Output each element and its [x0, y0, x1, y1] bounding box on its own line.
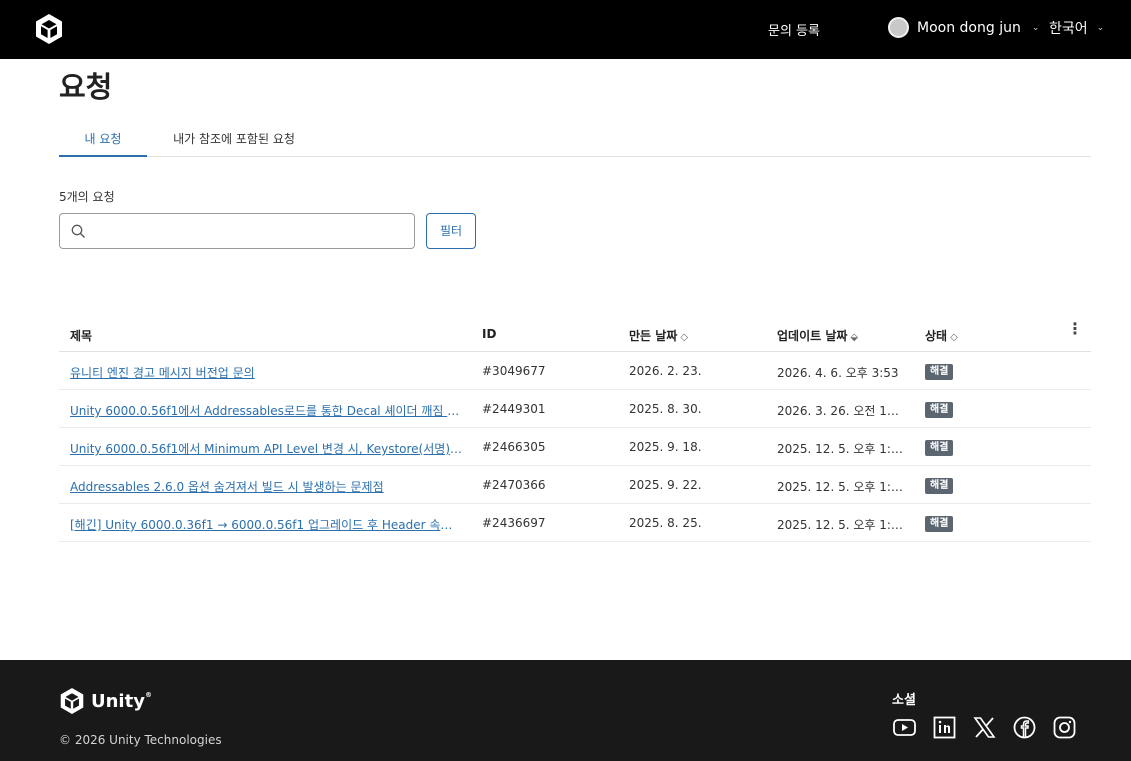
column-updated[interactable]: 업데이트 날짜 ⬙ — [777, 327, 858, 344]
page-title: 요청 — [59, 70, 113, 104]
top-navigation-bar: 문의 등록 Moon dong jun ⌄ 한국어 ⌄ — [0, 0, 1131, 59]
social-title: 소셜 — [892, 693, 916, 708]
request-id: #2470366 — [482, 478, 546, 492]
facebook-icon[interactable] — [1012, 715, 1037, 740]
filter-button[interactable]: 필터 — [426, 213, 476, 249]
status-badge: 해결 — [925, 516, 954, 532]
status-badge: 해결 — [925, 364, 954, 380]
request-id: #2449301 — [482, 402, 546, 416]
submit-request-link[interactable]: 문의 등록 — [768, 20, 820, 39]
request-created-date: 2025. 8. 30. — [629, 402, 702, 416]
request-updated-date: 2025. 12. 5. 오후 1:56 — [777, 480, 905, 494]
request-count: 5개의 요청 — [59, 190, 115, 204]
status-badge: 해결 — [925, 440, 954, 456]
request-updated-date: 2025. 12. 5. 오후 1:56 — [777, 518, 905, 532]
language-selector[interactable]: 한국어 ⌄ — [1049, 18, 1104, 38]
column-status-label: 상태 — [925, 329, 948, 343]
request-id: #2436697 — [482, 516, 546, 530]
table-header: 제목 ID 만든 날짜 ◇ 업데이트 날짜 ⬙ 상태 ◇ ⋮ — [59, 318, 1091, 352]
request-title-link[interactable]: 유니티 엔진 경고 메시지 버전업 문의 — [70, 364, 462, 381]
copyright: © 2026 Unity Technologies — [59, 733, 222, 747]
linkedin-icon[interactable] — [932, 715, 957, 740]
status-badge: 해결 — [925, 478, 954, 494]
search-input[interactable] — [94, 214, 404, 248]
chevron-down-icon: ⌄ — [1096, 23, 1105, 33]
request-title-link[interactable]: Unity 6000.0.56f1에서 Addressables로드를 통한 D… — [70, 402, 462, 419]
sort-descending-icon: ⬙ — [850, 332, 859, 343]
sort-icon: ◇ — [680, 332, 689, 343]
search-box[interactable] — [59, 213, 415, 249]
footer-brand-text: Unity — [91, 690, 145, 712]
chevron-down-icon: ⌄ — [1031, 22, 1040, 33]
request-id: #2466305 — [482, 440, 546, 454]
request-id: #3049677 — [482, 364, 546, 378]
request-updated-date: 2025. 12. 5. 오후 1:56 — [777, 442, 905, 456]
x-icon[interactable] — [972, 715, 997, 740]
column-updated-label: 업데이트 날짜 — [777, 329, 848, 343]
request-title-link[interactable]: Addressables 2.6.0 옵션 숨겨져서 빌드 시 발생하는 문제점 — [70, 478, 462, 495]
request-created-date: 2025. 8. 25. — [629, 516, 702, 530]
page-footer: Unity® © 2026 Unity Technologies 소셜 — [0, 660, 1131, 761]
search-icon — [71, 224, 85, 238]
table-row: [해긴] Unity 6000.0.36f1 → 6000.0.56f1 업그레… — [59, 504, 1091, 542]
tab-my-requests[interactable]: 내 요청 — [59, 126, 147, 157]
footer-brand: Unity® — [91, 691, 152, 712]
sort-icon: ◇ — [950, 332, 958, 343]
request-created-date: 2026. 2. 23. — [629, 364, 702, 378]
requests-table: 제목 ID 만든 날짜 ◇ 업데이트 날짜 ⬙ 상태 ◇ ⋮ 유니티 엔진 경고 메시… — [59, 318, 1091, 542]
table-row: Addressables 2.6.0 옵션 숨겨져서 빌드 시 발생하는 문제점… — [59, 466, 1091, 504]
table-row: Unity 6000.0.56f1에서 Addressables로드를 통한 D… — [59, 390, 1091, 428]
column-id: ID — [482, 327, 497, 341]
avatar — [888, 17, 909, 38]
request-tabs: 내 요청 내가 참조에 포함된 요청 — [59, 126, 1091, 157]
unity-logo-icon — [60, 688, 84, 714]
unity-logo-icon[interactable] — [34, 13, 64, 45]
language-label: 한국어 — [1049, 21, 1088, 37]
column-title: 제목 — [70, 329, 93, 343]
table-row: Unity 6000.0.56f1에서 Minimum API Level 변경… — [59, 428, 1091, 466]
table-row: 유니티 엔진 경고 메시지 버전업 문의 #3049677 2026. 2. 2… — [59, 352, 1091, 390]
request-created-date: 2025. 9. 22. — [629, 478, 702, 492]
column-created-label: 만든 날짜 — [629, 329, 678, 343]
request-created-date: 2025. 9. 18. — [629, 440, 702, 454]
tab-cc-requests[interactable]: 내가 참조에 포함된 요청 — [172, 126, 296, 157]
column-options-icon[interactable]: ⋮ — [1067, 321, 1083, 342]
column-created[interactable]: 만든 날짜 ◇ — [629, 327, 688, 344]
request-title-link[interactable]: [해긴] Unity 6000.0.36f1 → 6000.0.56f1 업그레… — [70, 516, 462, 533]
request-title-link[interactable]: Unity 6000.0.56f1에서 Minimum API Level 변경… — [70, 440, 462, 457]
youtube-icon[interactable] — [892, 715, 917, 740]
status-badge: 해결 — [925, 402, 954, 418]
user-menu[interactable]: Moon dong jun ⌄ — [888, 17, 1039, 38]
request-updated-date: 2026. 3. 26. 오전 10:... — [777, 404, 905, 418]
user-name: Moon dong jun — [917, 19, 1021, 36]
registered-mark: ® — [144, 690, 152, 699]
social-links — [892, 715, 1077, 740]
footer-logo[interactable]: Unity® — [59, 687, 152, 715]
instagram-icon[interactable] — [1052, 715, 1077, 740]
request-updated-date: 2026. 4. 6. 오후 3:53 — [777, 366, 899, 380]
column-status[interactable]: 상태 ◇ — [925, 327, 958, 344]
